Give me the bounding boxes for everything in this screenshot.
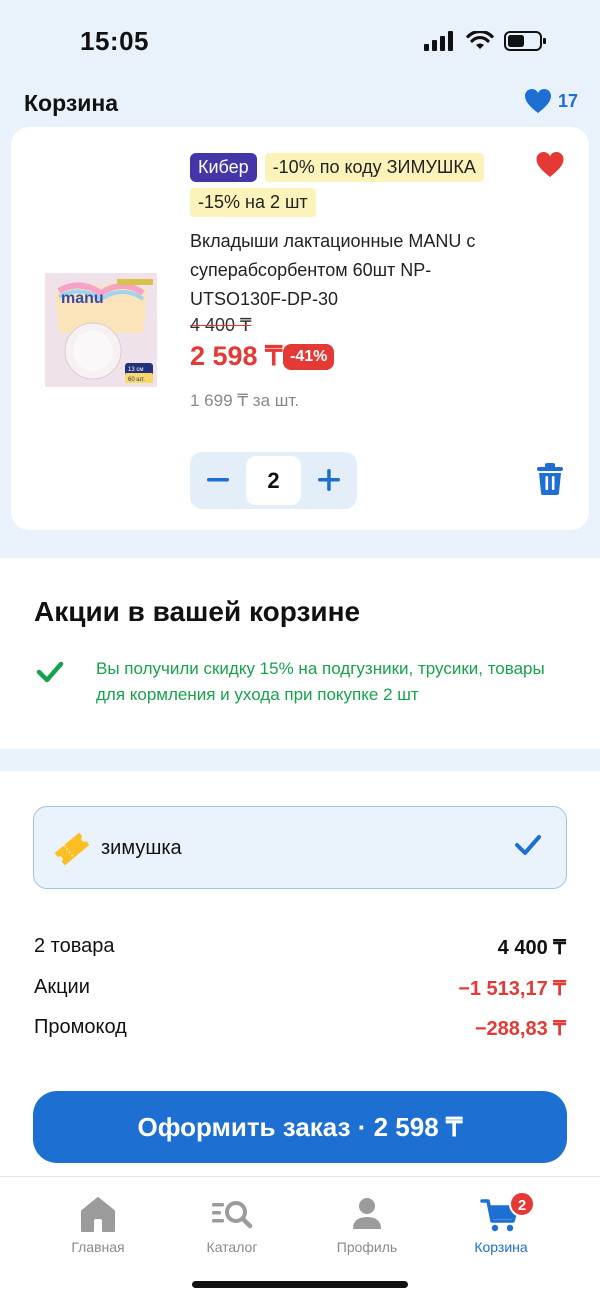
heart-icon <box>536 152 564 177</box>
product-image[interactable]: manu 13 см 60 шт. <box>45 273 157 387</box>
summary-promos-row: Акции −1 513,17 ₸ <box>34 976 566 1001</box>
product-brand-text: manu <box>61 290 104 307</box>
plus-icon <box>318 469 340 491</box>
minus-icon <box>207 478 229 482</box>
unit-price: 1 699 ₸ за шт. <box>190 391 300 410</box>
tab-profile-label: Профиль <box>336 1239 398 1255</box>
cart-badge: 2 <box>509 1191 535 1217</box>
page-title: Корзина <box>24 90 119 116</box>
tab-cart-label: Корзина <box>474 1239 528 1255</box>
signal-icon <box>424 31 453 51</box>
section-divider <box>0 749 600 771</box>
quantity-stepper: 2 <box>190 452 357 509</box>
tab-cart[interactable]: 2 Корзина <box>441 1191 561 1255</box>
checkout-button[interactable]: Оформить заказ · 2 598 ₸ <box>33 1091 567 1163</box>
add-to-favorites-button[interactable] <box>535 151 565 183</box>
decrease-quantity-button[interactable] <box>204 466 232 494</box>
tag-promo-code: -10% по коду ЗИМУШКА <box>264 153 484 182</box>
delete-item-button[interactable] <box>535 463 565 500</box>
product-package-image: manu 13 см 60 шт. <box>45 273 157 387</box>
summary-promos-value: −1 513,17 ₸ <box>458 978 566 1000</box>
heart-icon <box>524 89 551 113</box>
promo-code-value: зимушка <box>101 837 182 859</box>
summary-promos-label: Акции <box>34 976 90 998</box>
status-icons <box>424 30 548 52</box>
tag-kiber: Кибер <box>190 153 257 182</box>
summary-items-value: 4 400 ₸ <box>497 937 566 959</box>
tab-home[interactable]: Главная <box>38 1191 158 1255</box>
summary-items-row: 2 товара 4 400 ₸ <box>34 935 566 960</box>
promotion-message: Вы получили скидку 15% на подгузники, тр… <box>96 659 545 704</box>
quantity-value[interactable]: 2 <box>246 456 301 505</box>
home-icon <box>81 1197 115 1232</box>
trash-icon <box>537 463 563 495</box>
tab-home-label: Главная <box>71 1239 125 1255</box>
battery-icon <box>504 31 546 51</box>
tab-profile[interactable]: Профиль <box>307 1191 427 1255</box>
tag-bulk-discount: -15% на 2 шт <box>190 188 316 217</box>
product-count-text: 60 шт. <box>128 377 145 383</box>
old-price: 4 400 ₸ <box>190 315 252 335</box>
favorites-button[interactable]: 17 <box>524 88 578 114</box>
promo-applied-check-icon <box>514 833 542 862</box>
summary-code-value: −288,83 ₸ <box>474 1018 566 1040</box>
check-icon <box>36 660 64 689</box>
catalog-search-icon <box>212 1201 253 1229</box>
current-price: 2 598 ₸ <box>190 341 283 371</box>
product-size-text: 13 см <box>128 367 143 373</box>
summary-items-label: 2 товара <box>34 935 115 957</box>
tab-catalog[interactable]: Каталог <box>172 1191 292 1255</box>
summary-code-row: Промокод −288,83 ₸ <box>34 1016 566 1041</box>
ticket-icon <box>52 829 92 874</box>
summary-code-label: Промокод <box>34 1016 127 1038</box>
wifi-icon <box>466 31 494 49</box>
home-indicator <box>192 1281 408 1288</box>
status-time: 15:05 <box>80 26 149 56</box>
cart-item-card: manu 13 см 60 шт. Кибер -10% по коду ЗИМ… <box>11 127 589 530</box>
profile-icon <box>353 1198 381 1229</box>
increase-quantity-button[interactable] <box>315 466 343 494</box>
status-bar: 15:05 <box>0 0 600 80</box>
favorites-count: 17 <box>557 90 578 111</box>
product-tags: Кибер -10% по коду ЗИМУШКА -15% на 2 шт <box>190 153 520 223</box>
product-name[interactable]: Вкладыши лактационные MANU с суперабсорб… <box>190 227 510 314</box>
promotions-title: Акции в вашей корзине <box>34 596 361 627</box>
discount-badge: -41% <box>283 344 335 370</box>
promo-code-field[interactable]: зимушка <box>33 806 567 889</box>
tab-catalog-label: Каталог <box>206 1239 258 1255</box>
